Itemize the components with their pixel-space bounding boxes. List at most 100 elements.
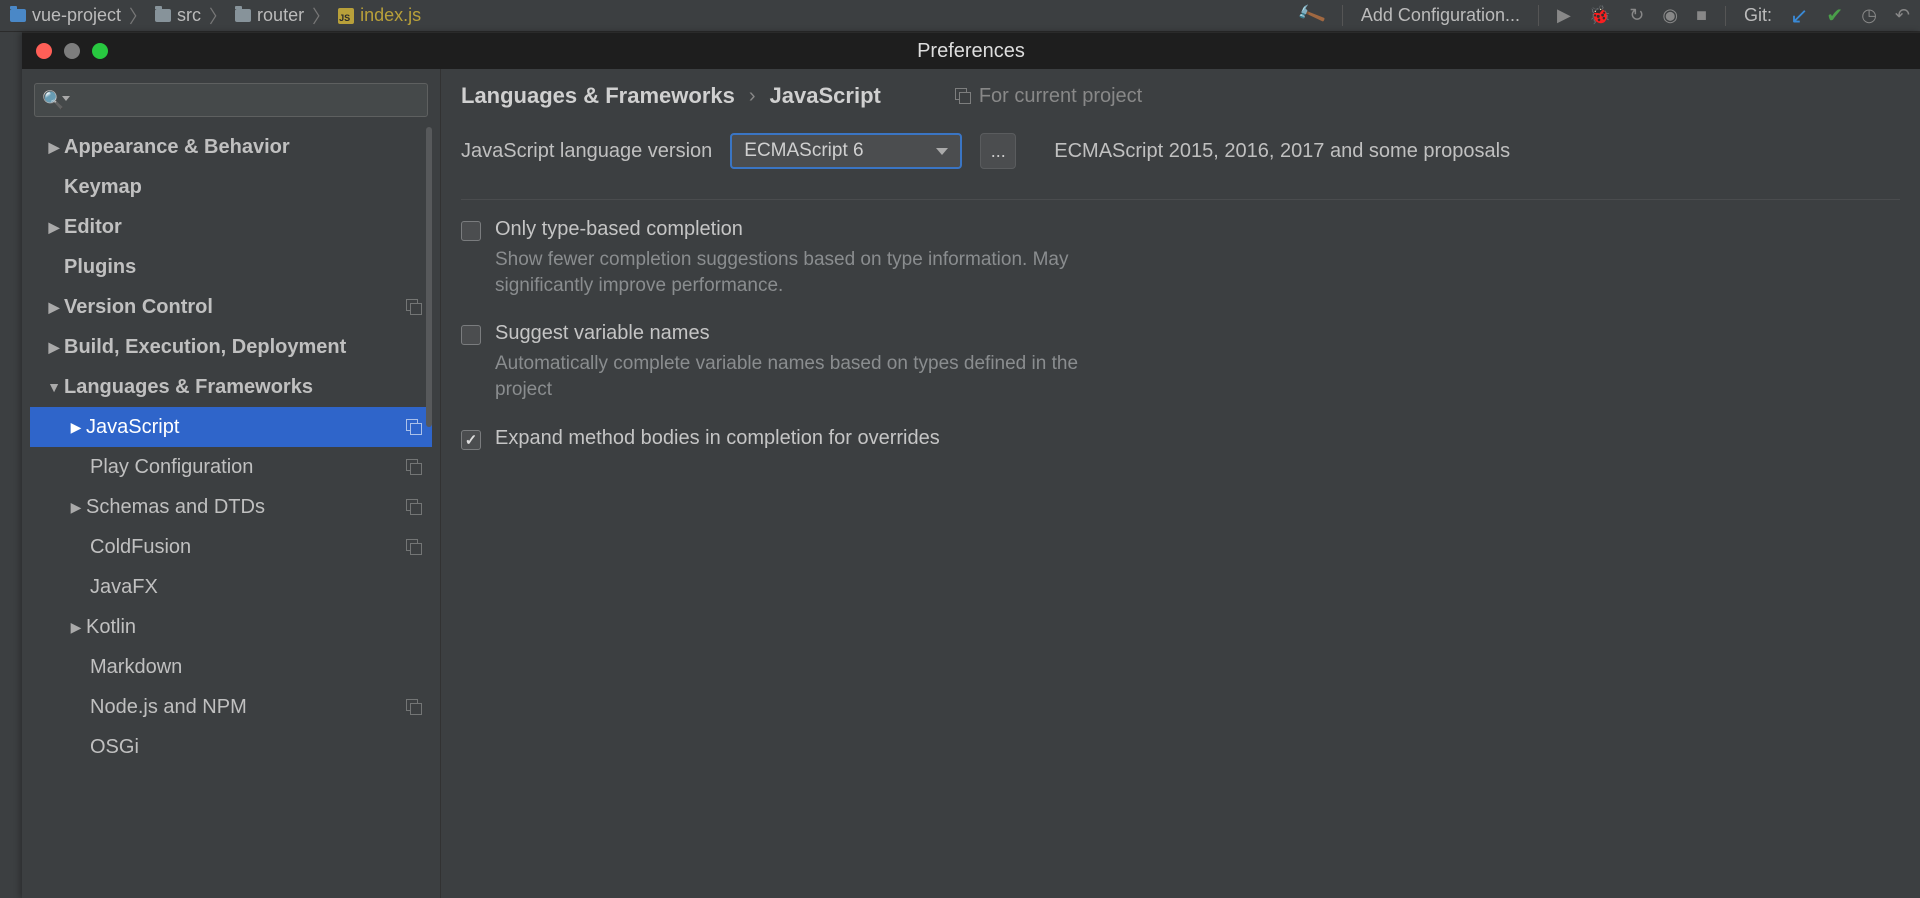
checkbox[interactable] <box>461 325 481 345</box>
tree-item-coldfusion[interactable]: ColdFusion <box>30 527 432 567</box>
tree-label: Editor <box>64 216 422 239</box>
build-icon[interactable]: 🔨 <box>1295 0 1328 32</box>
project-scope-icon <box>955 88 971 104</box>
history-icon[interactable]: ◷ <box>1861 5 1877 26</box>
breadcrumb-item[interactable]: vue-project <box>10 5 121 26</box>
tree-item-appearance[interactable]: ▶Appearance & Behavior <box>30 127 432 167</box>
scope-label: For current project <box>979 85 1142 108</box>
tree-label: JavaScript <box>86 416 406 439</box>
scrollbar[interactable] <box>426 127 432 898</box>
tree-label: Languages & Frameworks <box>64 376 422 399</box>
profile-icon[interactable]: ◉ <box>1662 5 1678 26</box>
chevron-right-icon: ▶ <box>44 219 64 236</box>
separator <box>461 199 1900 200</box>
option-title: Expand method bodies in completion for o… <box>495 427 940 450</box>
settings-breadcrumb: Languages & Frameworks › JavaScript For … <box>461 83 1900 109</box>
revert-icon[interactable]: ↶ <box>1895 5 1910 26</box>
breadcrumb-item[interactable]: src <box>155 5 201 26</box>
chevron-right-icon: ▶ <box>66 619 86 636</box>
checkbox[interactable] <box>461 221 481 241</box>
git-label: Git: <box>1744 5 1772 26</box>
tree-item-osgi[interactable]: OSGi <box>30 727 432 767</box>
chevron-down-icon <box>936 148 948 155</box>
tree-item-plugins[interactable]: ▶Plugins <box>30 247 432 287</box>
tree-item-node[interactable]: Node.js and NPM <box>30 687 432 727</box>
breadcrumb-root[interactable]: Languages & Frameworks <box>461 83 735 109</box>
tree-item-build[interactable]: ▶Build, Execution, Deployment <box>30 327 432 367</box>
tree-item-languages[interactable]: ▼Languages & Frameworks <box>30 367 432 407</box>
settings-tree: ▶Appearance & Behavior ▶Keymap ▶Editor ▶… <box>30 127 432 898</box>
language-version-hint: ECMAScript 2015, 2016, 2017 and some pro… <box>1054 140 1510 163</box>
tree-label: Plugins <box>64 256 422 279</box>
dialog-titlebar: Preferences <box>22 33 1920 69</box>
ide-toolbar: vue-project 〉 src 〉 router 〉 JSindex.js … <box>0 0 1920 32</box>
option-type-based-completion[interactable]: Only type-based completion Show fewer co… <box>461 218 1900 298</box>
option-title: Only type-based completion <box>495 218 1115 241</box>
project-scope-icon <box>406 299 422 315</box>
breadcrumb-item[interactable]: router <box>235 5 304 26</box>
tree-label: Build, Execution, Deployment <box>64 336 422 359</box>
option-title: Suggest variable names <box>495 322 1115 345</box>
tree-item-javascript[interactable]: ▶JavaScript <box>30 407 432 447</box>
tree-label: Kotlin <box>86 616 422 639</box>
dropdown-value: ECMAScript 6 <box>744 140 863 162</box>
chevron-down-icon: ▼ <box>44 379 64 395</box>
project-scope-icon <box>406 699 422 715</box>
breadcrumb-item[interactable]: JS index.js <box>338 5 421 26</box>
tree-label: Schemas and DTDs <box>86 496 406 519</box>
stop-icon[interactable]: ■ <box>1696 5 1707 26</box>
tree-item-editor[interactable]: ▶Editor <box>30 207 432 247</box>
language-version-label: JavaScript language version <box>461 140 712 163</box>
chevron-down-icon[interactable] <box>62 96 70 101</box>
tree-label: ColdFusion <box>90 536 406 559</box>
js-file-icon: JS <box>338 8 354 24</box>
preferences-sidebar: 🔍 ▶Appearance & Behavior ▶Keymap ▶Editor… <box>22 69 440 898</box>
run-icon[interactable]: ▶ <box>1557 5 1571 26</box>
search-wrapper: 🔍 <box>34 83 428 117</box>
folder-icon <box>235 9 251 22</box>
scrollbar-thumb[interactable] <box>426 127 432 427</box>
tree-item-kotlin[interactable]: ▶Kotlin <box>30 607 432 647</box>
tree-item-play[interactable]: Play Configuration <box>30 447 432 487</box>
tree-label: Version Control <box>64 296 406 319</box>
option-description: Show fewer completion suggestions based … <box>495 247 1115 298</box>
breadcrumb-label: src <box>177 5 201 26</box>
tree-label: Keymap <box>64 176 422 199</box>
toolbar-right: 🔨 Add Configuration... ▶ 🐞 ↻ ◉ ■ Git: ↙ … <box>1299 3 1910 29</box>
tree-item-schemas[interactable]: ▶Schemas and DTDs <box>30 487 432 527</box>
tree-label: JavaFX <box>90 576 422 599</box>
chevron-right-icon: 〉 <box>209 3 227 29</box>
breadcrumb-current: JavaScript <box>770 83 881 109</box>
project-scope-icon <box>406 419 422 435</box>
tree-item-markdown[interactable]: Markdown <box>30 647 432 687</box>
search-input[interactable] <box>34 83 428 117</box>
tree-label: Play Configuration <box>90 456 406 479</box>
debug-icon[interactable]: 🐞 <box>1589 5 1611 26</box>
chevron-right-icon: ▶ <box>66 499 86 516</box>
tree-item-keymap[interactable]: ▶Keymap <box>30 167 432 207</box>
language-version-row: JavaScript language version ECMAScript 6… <box>461 133 1900 169</box>
add-configuration-button[interactable]: Add Configuration... <box>1342 5 1539 26</box>
breadcrumb-label: vue-project <box>32 5 121 26</box>
chevron-right-icon: 〉 <box>312 3 330 29</box>
option-expand-method-bodies[interactable]: Expand method bodies in completion for o… <box>461 427 1900 450</box>
vcs-commit-icon[interactable]: ✔ <box>1826 3 1843 28</box>
option-suggest-variable-names[interactable]: Suggest variable names Automatically com… <box>461 322 1900 402</box>
breadcrumb-label: index.js <box>360 5 421 26</box>
tree-item-vcs[interactable]: ▶Version Control <box>30 287 432 327</box>
project-scope-icon <box>406 539 422 555</box>
more-options-button[interactable]: ... <box>980 133 1016 169</box>
language-version-dropdown[interactable]: ECMAScript 6 <box>730 133 962 169</box>
tree-label: Appearance & Behavior <box>64 136 422 159</box>
checkbox[interactable] <box>461 430 481 450</box>
breadcrumb-label: router <box>257 5 304 26</box>
vcs-update-icon[interactable]: ↙ <box>1790 3 1808 29</box>
chevron-right-icon: ▶ <box>44 339 64 356</box>
dialog-title: Preferences <box>22 40 1920 63</box>
chevron-right-icon: ▶ <box>66 419 86 436</box>
tree-label: Node.js and NPM <box>90 696 406 719</box>
coverage-icon[interactable]: ↻ <box>1629 5 1644 26</box>
scope-indicator: For current project <box>955 85 1142 108</box>
option-description: Automatically complete variable names ba… <box>495 351 1115 402</box>
tree-item-javafx[interactable]: JavaFX <box>30 567 432 607</box>
